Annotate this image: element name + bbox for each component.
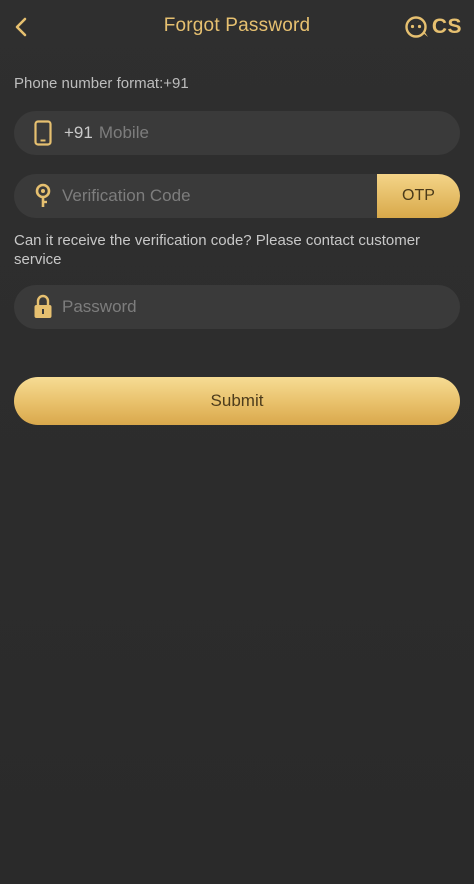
header: Forgot Password CS [0, 0, 474, 56]
mobile-field[interactable]: +91 [14, 111, 460, 155]
lock-icon [30, 294, 56, 320]
customer-service-button[interactable]: CS [404, 12, 462, 42]
key-icon [30, 183, 56, 209]
phone-format-label: Phone number format:+91 [14, 75, 189, 92]
chat-face-icon [405, 16, 428, 38]
password-input[interactable] [62, 285, 460, 329]
mobile-input[interactable] [98, 111, 460, 155]
verification-code-field[interactable]: OTP [14, 174, 460, 218]
submit-button[interactable]: Submit [14, 377, 460, 425]
country-code-prefix: +91 [64, 123, 93, 142]
phone-icon [30, 120, 56, 146]
otp-button[interactable]: OTP [377, 174, 460, 218]
customer-service-label: CS [431, 15, 462, 38]
password-field[interactable] [14, 285, 460, 329]
help-text: Can it receive the verification code? Pl… [14, 232, 421, 268]
